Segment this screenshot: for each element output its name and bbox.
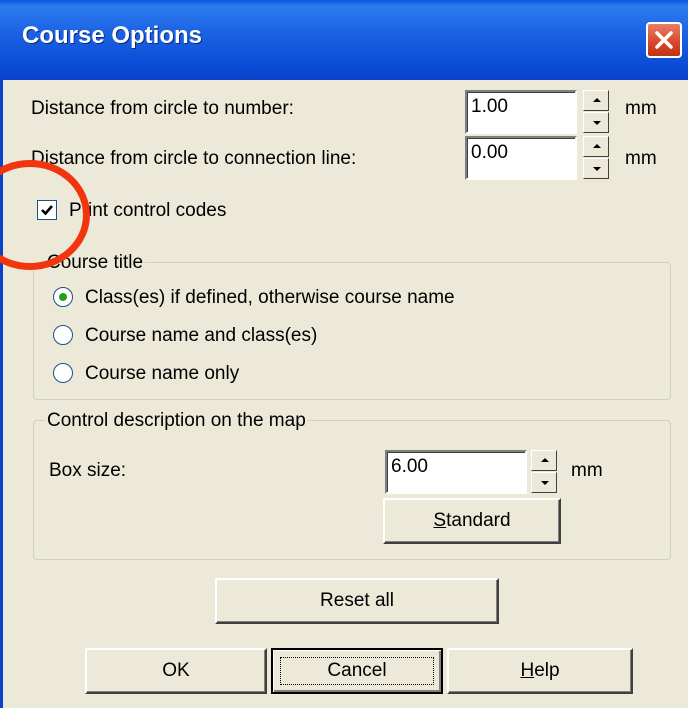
circle-to-line-field[interactable]	[465, 136, 577, 180]
standard-label: tandard	[446, 510, 511, 531]
radio-class-if-defined[interactable]	[53, 287, 73, 307]
print-codes-checkbox[interactable]	[37, 200, 57, 220]
circle-to-line-unit: mm	[625, 148, 657, 169]
circle-to-line-spinner[interactable]	[583, 136, 609, 180]
close-icon	[655, 31, 673, 49]
cancel-button[interactable]: Cancel	[271, 648, 443, 694]
course-options-dialog: Course Options Distance from circle to n…	[0, 0, 688, 708]
help-button[interactable]: Help	[447, 648, 633, 694]
circle-to-number-unit: mm	[625, 98, 657, 119]
help-mnemonic: H	[520, 660, 535, 681]
circle-to-number-label: Distance from circle to number:	[31, 98, 294, 119]
ok-button[interactable]: OK	[85, 648, 267, 694]
option-course-name-and-class[interactable]: Course name and class(es)	[85, 325, 317, 347]
circle-to-line-label: Distance from circle to connection line:	[31, 148, 357, 169]
control-description-legend: Control description on the map	[45, 410, 308, 432]
spin-down-arrow[interactable]	[531, 472, 557, 493]
ok-label: OK	[162, 660, 190, 681]
checkmark-icon	[41, 205, 53, 216]
radio-course-name-only[interactable]	[53, 363, 73, 383]
spin-up-arrow[interactable]	[583, 136, 609, 157]
dialog-title: Course Options	[22, 22, 203, 49]
reset-all-label: Reset all	[320, 590, 394, 611]
title-bar[interactable]: Course Options	[0, 0, 688, 80]
circle-to-number-input[interactable]	[471, 96, 569, 118]
circle-to-number-field[interactable]	[465, 90, 577, 134]
box-size-label: Box size:	[49, 460, 127, 481]
box-size-field[interactable]	[385, 450, 527, 494]
reset-all-button[interactable]: Reset all	[215, 578, 499, 624]
option-class-if-defined[interactable]: Class(es) if defined, otherwise course n…	[85, 287, 455, 309]
print-codes-label[interactable]: Print control codes	[69, 200, 226, 222]
cancel-label: Cancel	[327, 660, 387, 681]
circle-to-number-spinner[interactable]	[583, 90, 609, 134]
option-course-name-only[interactable]: Course name only	[85, 363, 239, 385]
standard-mnemonic: S	[433, 510, 447, 531]
close-button[interactable]	[646, 22, 682, 58]
spin-up-arrow[interactable]	[531, 450, 557, 471]
circle-to-line-input[interactable]	[471, 142, 569, 164]
help-label: elp	[534, 660, 560, 681]
course-title-legend: Course title	[45, 252, 146, 274]
spin-up-arrow[interactable]	[583, 90, 609, 111]
spin-down-arrow[interactable]	[583, 112, 609, 133]
spin-down-arrow[interactable]	[583, 158, 609, 179]
box-size-input[interactable]	[391, 456, 516, 478]
radio-course-name-and-class[interactable]	[53, 325, 73, 345]
control-description-group	[33, 420, 671, 560]
dialog-body: Distance from circle to number: mm Dista…	[0, 80, 688, 708]
box-size-unit: mm	[571, 460, 603, 481]
box-size-spinner[interactable]	[531, 450, 557, 494]
standard-button[interactable]: Standard	[383, 498, 561, 544]
